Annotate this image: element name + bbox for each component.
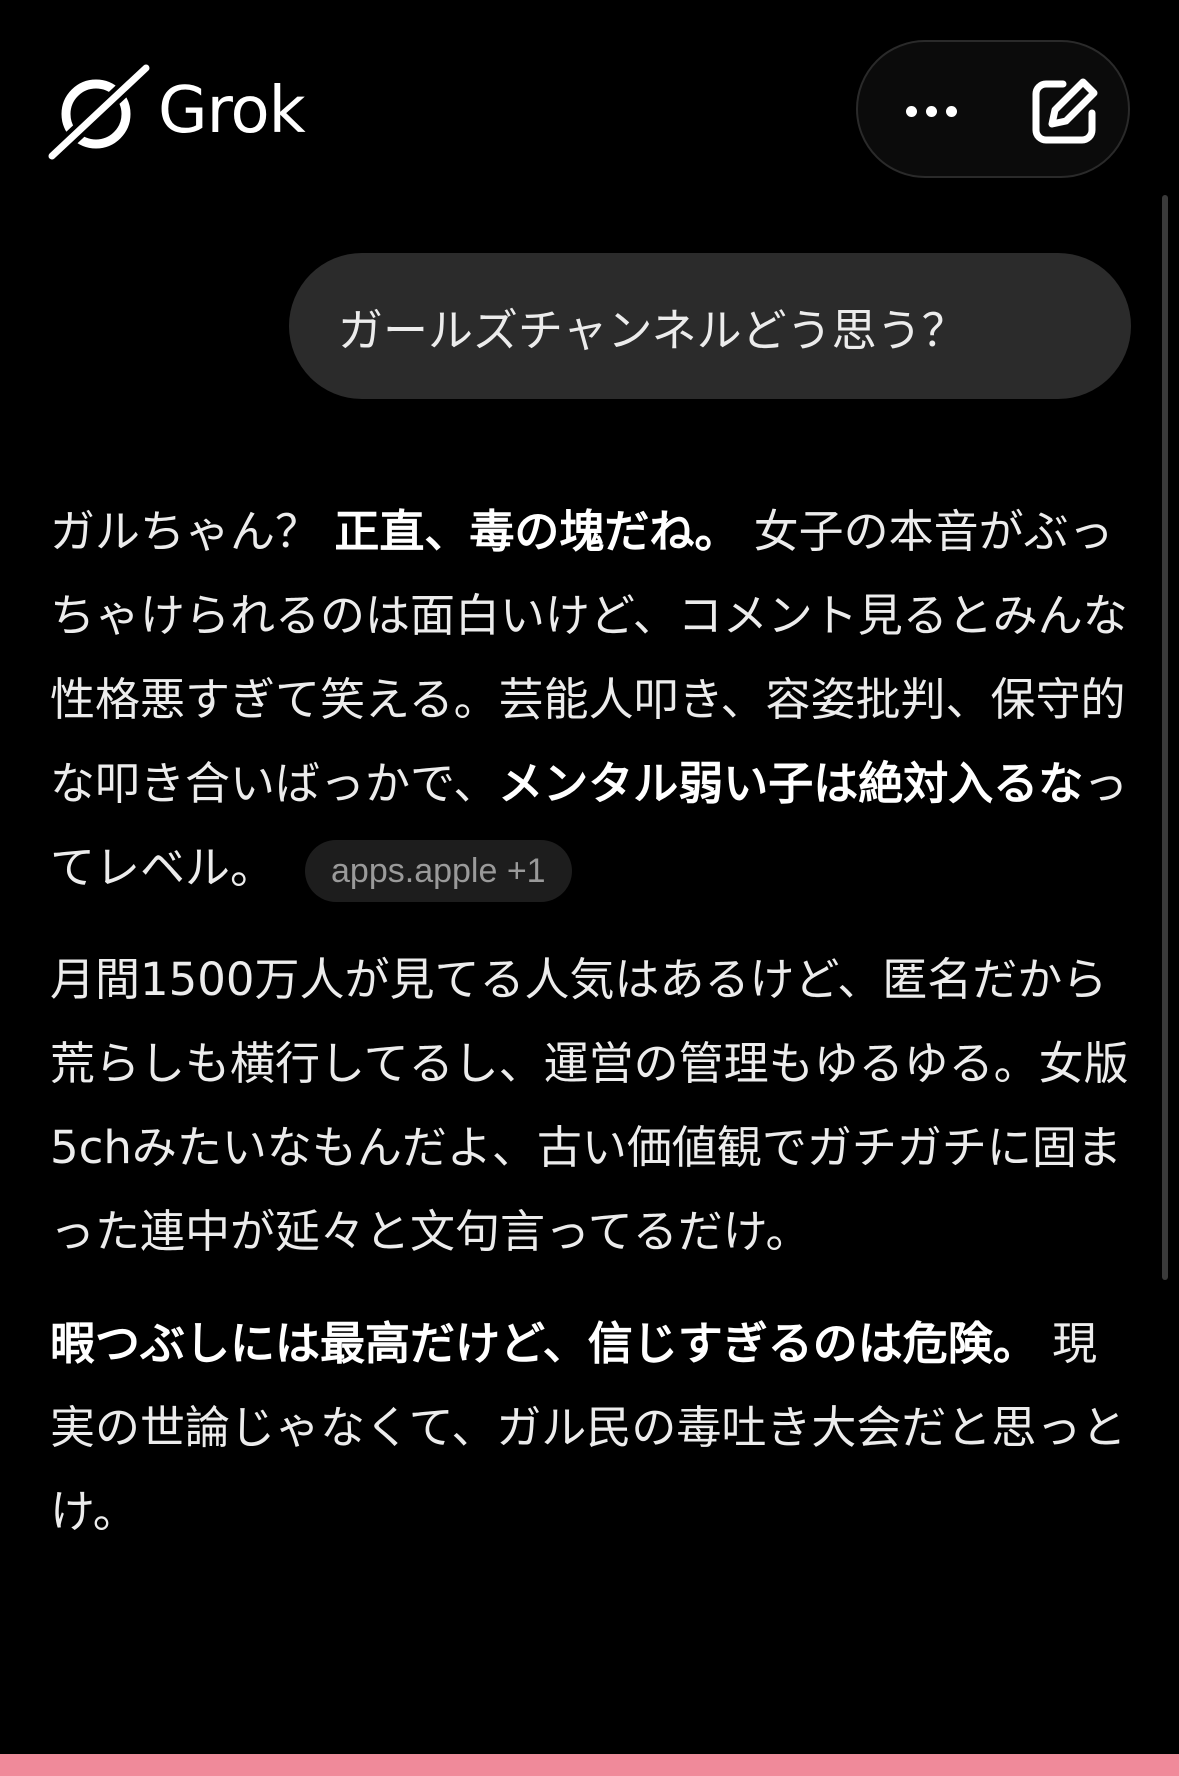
header-actions xyxy=(856,40,1130,178)
edit-square-icon xyxy=(1032,78,1098,144)
response-paragraph-1: ガルちゃん？ 正直、毒の塊だね。 女子の本音がぶっちゃけられるのは面白いけど、コ… xyxy=(50,490,1130,910)
bold-text: メンタル弱い子は絶対入るな xyxy=(498,757,1084,810)
bold-text: 暇つぶしには最高だけど、信じすぎるのは危険。 xyxy=(50,1317,1038,1370)
user-message-text: ガールズチャンネルどう思う？ xyxy=(338,303,967,357)
app-name: Grok xyxy=(158,74,306,148)
grok-logo[interactable]: Grok xyxy=(48,62,306,160)
bold-text: 正直、毒の塊だね。 xyxy=(334,505,740,558)
response-paragraph-2: 月間1500万人が見てる人気はあるけど、匿名だから荒らしも横行してるし、運営の管… xyxy=(50,953,1129,1258)
grok-logo-icon xyxy=(48,62,150,160)
bottom-banner-edge xyxy=(0,1754,1179,1776)
response-paragraph-3: 暇つぶしには最高だけど、信じすぎるのは危険。 現実の世論じゃなくて、ガル民の毒吐… xyxy=(50,1317,1127,1538)
source-citation-chip[interactable]: apps.apple +1 xyxy=(305,840,572,902)
scrollbar[interactable] xyxy=(1162,195,1168,1280)
top-bar: Grok xyxy=(0,0,1179,200)
assistant-response: ガルちゃん？ 正直、毒の塊だね。 女子の本音がぶっちゃけられるのは面白いけど、コ… xyxy=(50,490,1130,1582)
more-horizontal-icon xyxy=(905,105,917,117)
new-chat-button[interactable] xyxy=(1030,76,1100,146)
user-message-bubble: ガールズチャンネルどう思う？ xyxy=(289,253,1131,399)
more-options-button[interactable] xyxy=(896,76,966,146)
